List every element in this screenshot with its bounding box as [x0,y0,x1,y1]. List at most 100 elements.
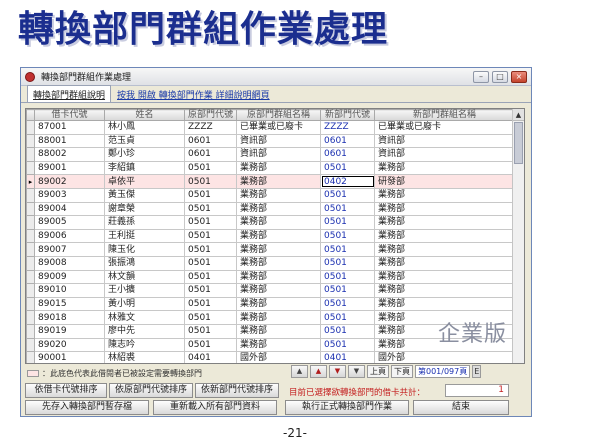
cell-new-dept-code[interactable]: 0501 [320,310,375,325]
row-indicator[interactable] [26,215,35,230]
cell-orig-dept-code: 0501 [184,255,237,271]
cell-new-dept-code[interactable]: 0501 [320,228,375,244]
watermark: 企業版 [438,322,508,347]
cell-new-dept-code[interactable]: 0501 [320,201,375,217]
cell-new-dept-code[interactable]: 0501 [320,255,375,271]
finish-button[interactable]: 結束 [413,400,509,415]
row-indicator[interactable] [26,337,35,353]
cell-new-dept-code[interactable]: 0601 [320,147,375,162]
cell-orig-dept-code: 0501 [184,242,237,257]
cell-new-dept-code[interactable]: 0501 [320,269,375,285]
next-page-button[interactable]: 下頁 [391,365,413,378]
tab-dept-group-help[interactable]: 轉換部門群組說明 [27,85,112,102]
cell-new-dept-code[interactable]: 0501 [320,337,375,353]
prev-record-icon[interactable]: ▲ [310,365,327,378]
end-marker[interactable]: E [472,365,482,378]
cell-new-dept-code[interactable]: 0501 [320,323,375,339]
table-row[interactable]: 89001 李紹鎮 0501 業務部 0501 業務部 [26,160,515,176]
vertical-scrollbar[interactable]: ▲ [512,109,524,363]
prev-page-button[interactable]: 上頁 [367,365,389,378]
row-indicator[interactable] [26,201,35,217]
cell-orig-dept-name: 業務部 [236,296,321,312]
cell-new-dept-code[interactable]: 0501 [320,283,375,298]
row-indicator[interactable] [26,160,35,176]
cell-orig-dept-code: 0501 [184,283,237,298]
cell-new-dept-code[interactable]: ZZZZ [320,120,375,135]
cell-new-dept-code[interactable]: 0402 [320,174,375,189]
save-temp-button[interactable]: 先存入轉換部門暫存檔 [25,400,149,415]
help-webpage-link[interactable]: 按我 開啟 轉換部門作業 詳細說明網頁 [115,86,272,102]
table-row[interactable]: 88001 范玉貞 0601 資訊部 0601 資訊部 [26,133,515,149]
table-row[interactable]: 89007 陳玉化 0501 業務部 0501 業務部 [26,242,515,257]
minimize-icon[interactable]: – [473,70,489,83]
scroll-up-icon[interactable]: ▲ [513,109,524,121]
table-row[interactable]: 89008 張振鴻 0501 業務部 0501 業務部 [26,255,515,271]
table-row[interactable]: 87001 林小鳳 ZZZZ 已畢業或已廢卡 ZZZZ 已畢業或已廢卡 [26,120,515,135]
sort-by-card-button[interactable]: 依借卡代號排序 [25,383,107,398]
cell-orig-dept-code: 0501 [184,228,237,244]
table-row[interactable]: 89015 黃小明 0501 業務部 0501 業務部 [26,296,515,312]
row-indicator[interactable] [26,269,35,285]
row-indicator[interactable]: ▸ [26,174,35,189]
cell-orig-dept-code: 0501 [184,310,237,325]
next-record-icon[interactable]: ▼ [329,365,346,378]
legend-swatch [27,370,39,377]
row-indicator[interactable] [26,133,35,149]
cell-name: 范玉貞 [104,133,185,149]
row-indicator[interactable] [26,187,35,203]
cell-orig-dept-code: ZZZZ [184,120,237,135]
row-indicator[interactable] [26,120,35,135]
cell-card-id: 89018 [34,310,105,325]
cell-new-dept-code[interactable]: 0401 [320,351,375,363]
cell-card-id: 89001 [34,160,105,176]
cell-new-dept-name: 業務部 [374,160,515,176]
table-row[interactable]: ▸ 89002 卓依平 0501 業務部 0402 研發部 [26,174,515,189]
row-indicator[interactable] [26,283,35,298]
cell-orig-dept-name: 業務部 [236,337,321,353]
row-indicator[interactable] [26,242,35,257]
cell-new-dept-code[interactable]: 0501 [320,242,375,257]
cell-orig-dept-name: 業務部 [236,283,321,298]
last-page-icon[interactable]: ▼ [348,365,365,378]
row-indicator[interactable] [26,310,35,325]
cell-new-dept-code[interactable]: 0501 [320,187,375,203]
window-title: 轉換部門群組作業處理 [41,72,132,82]
cell-orig-dept-code: 0601 [184,147,237,162]
reload-all-button[interactable]: 重新載入所有部門資料 [153,400,277,415]
table-row[interactable]: 90001 林紹裘 0401 國外部 0401 國外部 [26,351,515,363]
cell-new-dept-code[interactable]: 0501 [320,296,375,312]
table-row[interactable]: 89009 林文韻 0501 業務部 0501 業務部 [26,269,515,285]
cell-orig-dept-name: 業務部 [236,310,321,325]
cell-new-dept-name: 資訊部 [374,147,515,162]
row-indicator[interactable] [26,351,35,363]
sort-by-new-dept-button[interactable]: 依新部門代號排序 [195,383,279,398]
row-indicator[interactable] [26,255,35,271]
table-row[interactable]: 89004 謝章榮 0501 業務部 0501 業務部 [26,201,515,217]
maximize-icon[interactable]: □ [492,70,508,83]
header-name[interactable]: 姓名 [104,109,185,121]
header-card-id[interactable]: 借卡代號 [34,109,105,121]
table-row[interactable]: 89010 王小擴 0501 業務部 0501 業務部 [26,283,515,298]
sort-by-orig-dept-button[interactable]: 依原部門代號排序 [109,383,193,398]
row-indicator[interactable] [26,228,35,244]
header-new-dept-name[interactable]: 新部門群組名稱 [374,109,515,121]
header-orig-dept-name[interactable]: 原部門群組名稱 [236,109,321,121]
row-indicator[interactable] [26,147,35,162]
row-indicator[interactable] [26,323,35,339]
close-icon[interactable]: × [511,70,527,83]
execute-transfer-button[interactable]: 執行正式轉換部門作業 [285,400,409,415]
header-orig-dept-code[interactable]: 原部門代號 [184,109,237,121]
window-titlebar[interactable]: 轉換部門群組作業處理 – □ × [21,68,531,86]
table-row[interactable]: 89005 莊義孫 0501 業務部 0501 業務部 [26,215,515,230]
table-row[interactable]: 89006 王利挺 0501 業務部 0501 業務部 [26,228,515,244]
table-row[interactable]: 88002 鄭小珍 0601 資訊部 0601 資訊部 [26,147,515,162]
table-row[interactable]: 89003 黃玉傑 0501 業務部 0501 業務部 [26,187,515,203]
cell-new-dept-code[interactable]: 0501 [320,215,375,230]
row-indicator[interactable] [26,296,35,312]
cell-new-dept-code[interactable]: 0501 [320,160,375,176]
cell-orig-dept-name: 業務部 [236,269,321,285]
scroll-thumb[interactable] [514,122,523,164]
first-page-icon[interactable]: ▲ [291,365,308,378]
header-new-dept-code[interactable]: 新部門代號 [320,109,375,121]
cell-new-dept-code[interactable]: 0601 [320,133,375,149]
